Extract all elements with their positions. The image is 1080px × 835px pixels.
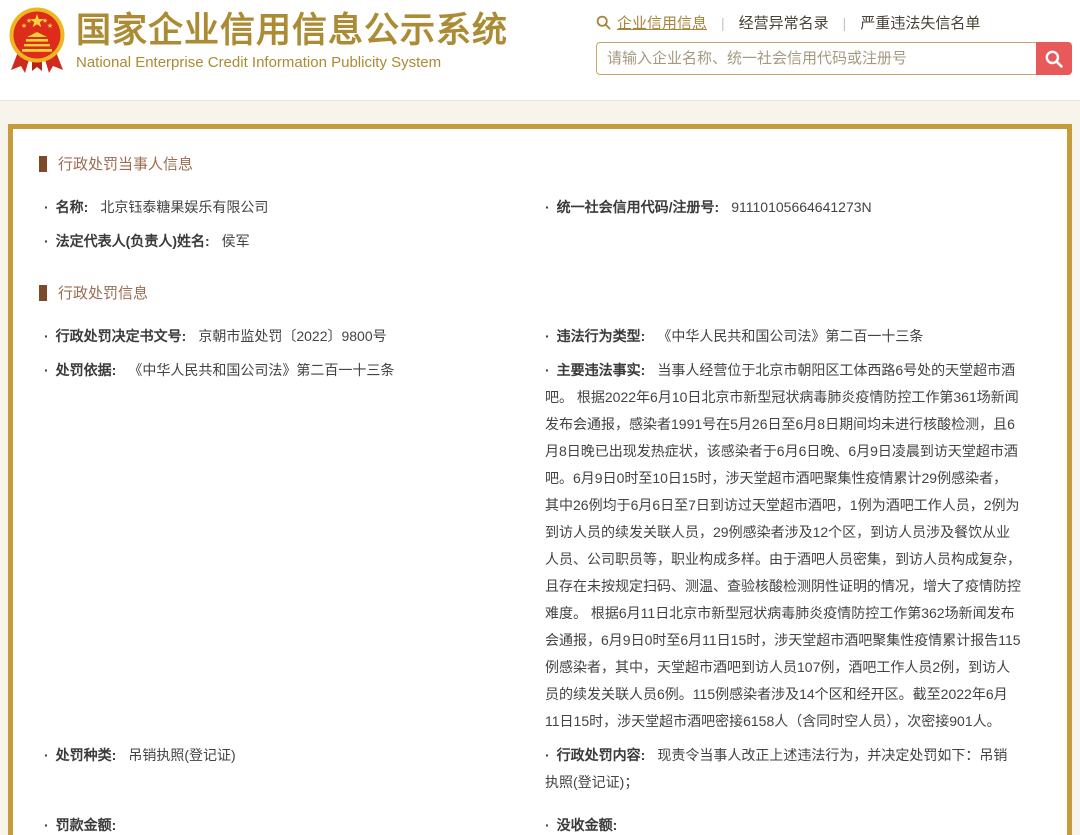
field-label: 违法行为类型: (557, 328, 646, 344)
bullet: · (44, 747, 49, 763)
bullet: · (44, 362, 49, 378)
nav-separator: | (721, 15, 725, 31)
field-label: 主要违法事实: (557, 362, 646, 378)
field-credit-code: · 统一社会信用代码/注册号: 91110105664641273N (540, 194, 1041, 221)
field-label: 名称: (56, 199, 89, 215)
field-doc-no: · 行政处罚决定书文号: 京朝市监处罚〔2022〕9800号 (39, 323, 540, 350)
bullet: · (545, 362, 550, 378)
site-header: 国家企业信用信息公示系统 National Enterprise Credit … (0, 0, 1080, 100)
bullet: · (545, 817, 550, 833)
field-row: ·处罚种类:吊销执照(登记证) ·行政处罚内容:现责令当事人改正上述违法行为，并… (39, 742, 1041, 796)
content-area: 行政处罚当事人信息 · 名称: 北京钰泰糖果娱乐有限公司 · 统一社会信用代码/注册号… (0, 100, 1080, 835)
section-title-party: 行政处罚当事人信息 (39, 153, 1041, 174)
field-name: · 名称: 北京钰泰糖果娱乐有限公司 (39, 194, 540, 221)
brand-text: 国家企业信用信息公示系统 National Enterprise Credit … (76, 10, 508, 71)
brand: 国家企业信用信息公示系统 National Enterprise Credit … (8, 6, 508, 74)
search-icon (596, 15, 611, 30)
field-main-facts: · 主要违法事实:当事人经营位于北京市朝阳区工体西路6号处的天堂超市酒吧。 根据2… (540, 357, 1041, 735)
field-row: · 处罚依据: 《中华人民共和国公司法》第二百一十三条 · 主要违法事实:当事人经营位… (39, 357, 1041, 735)
section-title-text: 行政处罚信息 (58, 282, 148, 303)
field-row: · 行政处罚决定书文号: 京朝市监处罚〔2022〕9800号 · 违法行为类型: 《中华… (39, 323, 1041, 350)
search-button-icon (1044, 49, 1064, 69)
nav-abnormal-operations-list[interactable]: 经营异常名录 (739, 12, 829, 33)
top-nav: 企业信用信息 | 经营异常名录 | 严重违法失信名单 (596, 12, 1072, 33)
field-basis: · 处罚依据: 《中华人民共和国公司法》第二百一十三条 (39, 357, 540, 384)
section-title-penalty: 行政处罚信息 (39, 282, 1041, 303)
bullet: · (545, 328, 550, 344)
bullet: · (44, 199, 49, 215)
field-violation-type: · 违法行为类型: 《中华人民共和国公司法》第二百一十三条 (540, 323, 1041, 350)
bullet: · (44, 817, 49, 833)
field-penalty-type: · 处罚种类: 吊销执照(登记证) (39, 742, 540, 769)
nav-separator: | (843, 15, 847, 31)
field-value: 京朝市监处罚〔2022〕9800号 (198, 328, 386, 344)
section-marker (39, 156, 47, 172)
field-label: 行政处罚内容: (557, 747, 646, 763)
field-legal-rep: · 法定代表人(负责人)姓名: 侯军 (39, 228, 540, 255)
search-bar (596, 42, 1072, 75)
field-fine-amount: · 罚款金额: (39, 812, 540, 835)
field-label: 统一社会信用代码/注册号: (557, 199, 720, 215)
field-value: 《中华人民共和国公司法》第二百一十三条 (128, 362, 394, 378)
field-row: · 罚款金额: · 没收金额: (39, 812, 1041, 835)
search-input[interactable] (596, 42, 1036, 75)
field-penalty-content: ·行政处罚内容:现责令当事人改正上述违法行为，并决定处罚如下：吊销执照(登记证)… (540, 742, 1041, 796)
field-label: 法定代表人(负责人)姓名: (56, 233, 210, 249)
section-title-text: 行政处罚当事人信息 (58, 153, 193, 174)
field-label: 行政处罚决定书文号: (56, 328, 187, 344)
field-row: · 名称: 北京钰泰糖果娱乐有限公司 · 统一社会信用代码/注册号: 911101056… (39, 194, 1041, 221)
field-label: 没收金额: (557, 817, 618, 833)
field-row: · 法定代表人(负责人)姓名: 侯军 (39, 228, 1041, 255)
bullet: · (44, 328, 49, 344)
field-value: 当事人经营位于北京市朝阳区工体西路6号处的天堂超市酒吧。 根据2022年6月10… (545, 362, 1021, 729)
national-emblem-logo (8, 6, 66, 74)
field-value: 吊销执照(登记证) (128, 747, 235, 763)
field-value: 《中华人民共和国公司法》第二百一十三条 (657, 328, 923, 344)
field-value: 91110105664641273N (731, 199, 871, 215)
section-marker (39, 285, 47, 301)
field-confiscation-amount: · 没收金额: (540, 812, 1041, 835)
header-right: 企业信用信息 | 经营异常名录 | 严重违法失信名单 (596, 12, 1072, 75)
penalty-detail-panel: 行政处罚当事人信息 · 名称: 北京钰泰糖果娱乐有限公司 · 统一社会信用代码/注册号… (8, 124, 1072, 835)
field-label: 处罚依据: (56, 362, 117, 378)
field-label: 罚款金额: (56, 817, 117, 833)
nav-serious-violations-list[interactable]: 严重违法失信名单 (860, 12, 980, 33)
site-title: 国家企业信用信息公示系统 (76, 10, 508, 52)
search-button[interactable] (1036, 42, 1072, 75)
bullet: · (545, 747, 550, 763)
bullet: · (44, 233, 49, 249)
nav-enterprise-credit-info[interactable]: 企业信用信息 (617, 12, 707, 33)
field-value: 侯军 (222, 233, 250, 249)
field-label: 处罚种类: (56, 747, 117, 763)
site-subtitle: National Enterprise Credit Information P… (76, 54, 508, 71)
field-value: 北京钰泰糖果娱乐有限公司 (100, 199, 268, 215)
bullet: · (545, 199, 550, 215)
